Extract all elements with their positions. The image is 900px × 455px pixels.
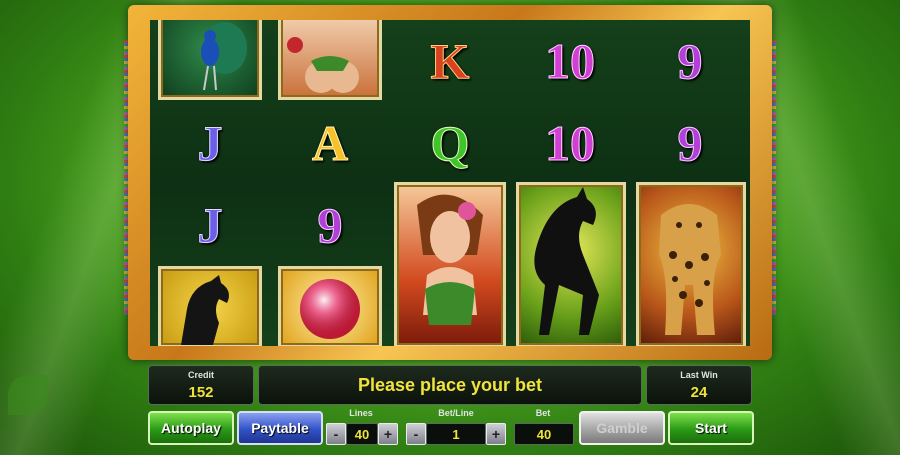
j-symbol: J <box>197 115 223 172</box>
bet-line-plus-button[interactable]: + <box>486 423 506 445</box>
leaf-decoration <box>8 375 48 415</box>
lines-minus-button[interactable]: - <box>326 423 346 445</box>
lines-label: Lines <box>349 408 373 418</box>
last-win-display: Last Win 24 <box>646 365 752 405</box>
autoplay-button[interactable]: Autoplay <box>148 411 234 445</box>
ten-symbol: 10 <box>545 33 596 90</box>
nine-symbol: 9 <box>317 197 343 254</box>
credit-display: Credit 152 <box>148 365 254 405</box>
reel-1: J J <box>150 20 271 346</box>
woman-portrait-symbol <box>278 20 382 100</box>
black-horse-symbol <box>516 182 626 346</box>
reel-3: K Q <box>390 20 511 346</box>
woman-portrait-symbol <box>394 182 506 346</box>
credit-value: 152 <box>188 384 214 401</box>
last-win-label: Last Win <box>680 370 718 380</box>
horse-icon <box>534 187 599 335</box>
leopard-symbol <box>636 182 746 346</box>
woman-icon <box>417 194 483 325</box>
peacock-icon <box>201 22 247 91</box>
peacock-symbol <box>158 20 262 100</box>
lines-value: 40 <box>346 423 378 445</box>
paytable-button[interactable]: Paytable <box>237 411 323 445</box>
j-symbol: J <box>197 197 223 254</box>
reel-4: 10 10 <box>510 20 631 346</box>
k-symbol: K <box>430 33 470 90</box>
message-bar: Please place your bet <box>258 365 642 405</box>
crystal-ball-symbol <box>278 266 382 346</box>
bet-value: 40 <box>514 423 574 445</box>
bet-line-value: 1 <box>426 423 486 445</box>
reel-5: 9 9 <box>630 20 750 346</box>
message-text: Please place your bet <box>357 374 543 395</box>
gamble-button[interactable]: Gamble <box>579 411 665 445</box>
bet-line-label: Bet/Line <box>438 408 474 418</box>
reels-area: J J A 9 K Q 10 10 9 9 <box>150 20 750 346</box>
nine-symbol: 9 <box>677 115 703 172</box>
start-button[interactable]: Start <box>668 411 754 445</box>
black-horse-symbol <box>158 266 262 346</box>
q-symbol: Q <box>430 115 470 172</box>
crystal-ball-icon <box>300 279 360 339</box>
lines-plus-button[interactable]: + <box>378 423 398 445</box>
credit-label: Credit <box>187 370 214 380</box>
woman-icon <box>287 37 359 93</box>
ten-symbol: 10 <box>545 115 596 172</box>
bet-label: Bet <box>535 408 551 418</box>
bet-line-minus-button[interactable]: - <box>406 423 426 445</box>
last-win-value: 24 <box>690 384 708 401</box>
nine-symbol: 9 <box>677 33 703 90</box>
leopard-icon <box>659 204 721 335</box>
reel-2: A 9 <box>270 20 391 346</box>
horse-icon <box>181 275 229 345</box>
a-symbol: A <box>311 115 349 172</box>
